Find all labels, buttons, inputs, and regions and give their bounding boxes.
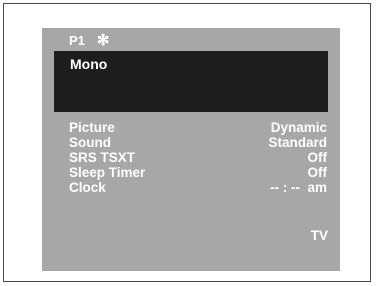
setting-value: Off	[307, 150, 328, 165]
settings-list: Picture Dynamic Sound Standard SRS TSXT …	[69, 120, 327, 195]
setting-label: Sleep Timer	[69, 165, 146, 180]
setting-row-picture: Picture Dynamic	[69, 120, 327, 135]
program-number: P1	[69, 32, 85, 48]
input-source: TV	[310, 228, 328, 243]
setting-value: Dynamic	[270, 120, 327, 135]
setting-value: Standard	[268, 135, 327, 150]
setting-value: Off	[307, 165, 328, 180]
setting-value: -- : -- am	[270, 180, 327, 195]
setting-label: Sound	[69, 135, 111, 150]
setting-label: Picture	[69, 120, 115, 135]
screen-frame: P1 ✻ Mono Picture Dynamic Sound Standard…	[3, 3, 371, 282]
channel-header: P1 ✻	[69, 32, 109, 48]
audio-mode-label: Mono	[70, 56, 108, 72]
setting-row-clock: Clock -- : -- am	[69, 180, 327, 195]
audio-mode-banner: Mono	[54, 51, 328, 112]
osd-info-panel: P1 ✻ Mono Picture Dynamic Sound Standard…	[42, 28, 340, 271]
setting-row-sleep-timer: Sleep Timer Off	[69, 165, 327, 180]
setting-label: Clock	[69, 180, 106, 195]
setting-label: SRS TSXT	[69, 150, 136, 165]
setting-row-sound: Sound Standard	[69, 135, 327, 150]
asterisk-icon: ✻	[96, 31, 110, 49]
setting-row-srs-tsxt: SRS TSXT Off	[69, 150, 327, 165]
